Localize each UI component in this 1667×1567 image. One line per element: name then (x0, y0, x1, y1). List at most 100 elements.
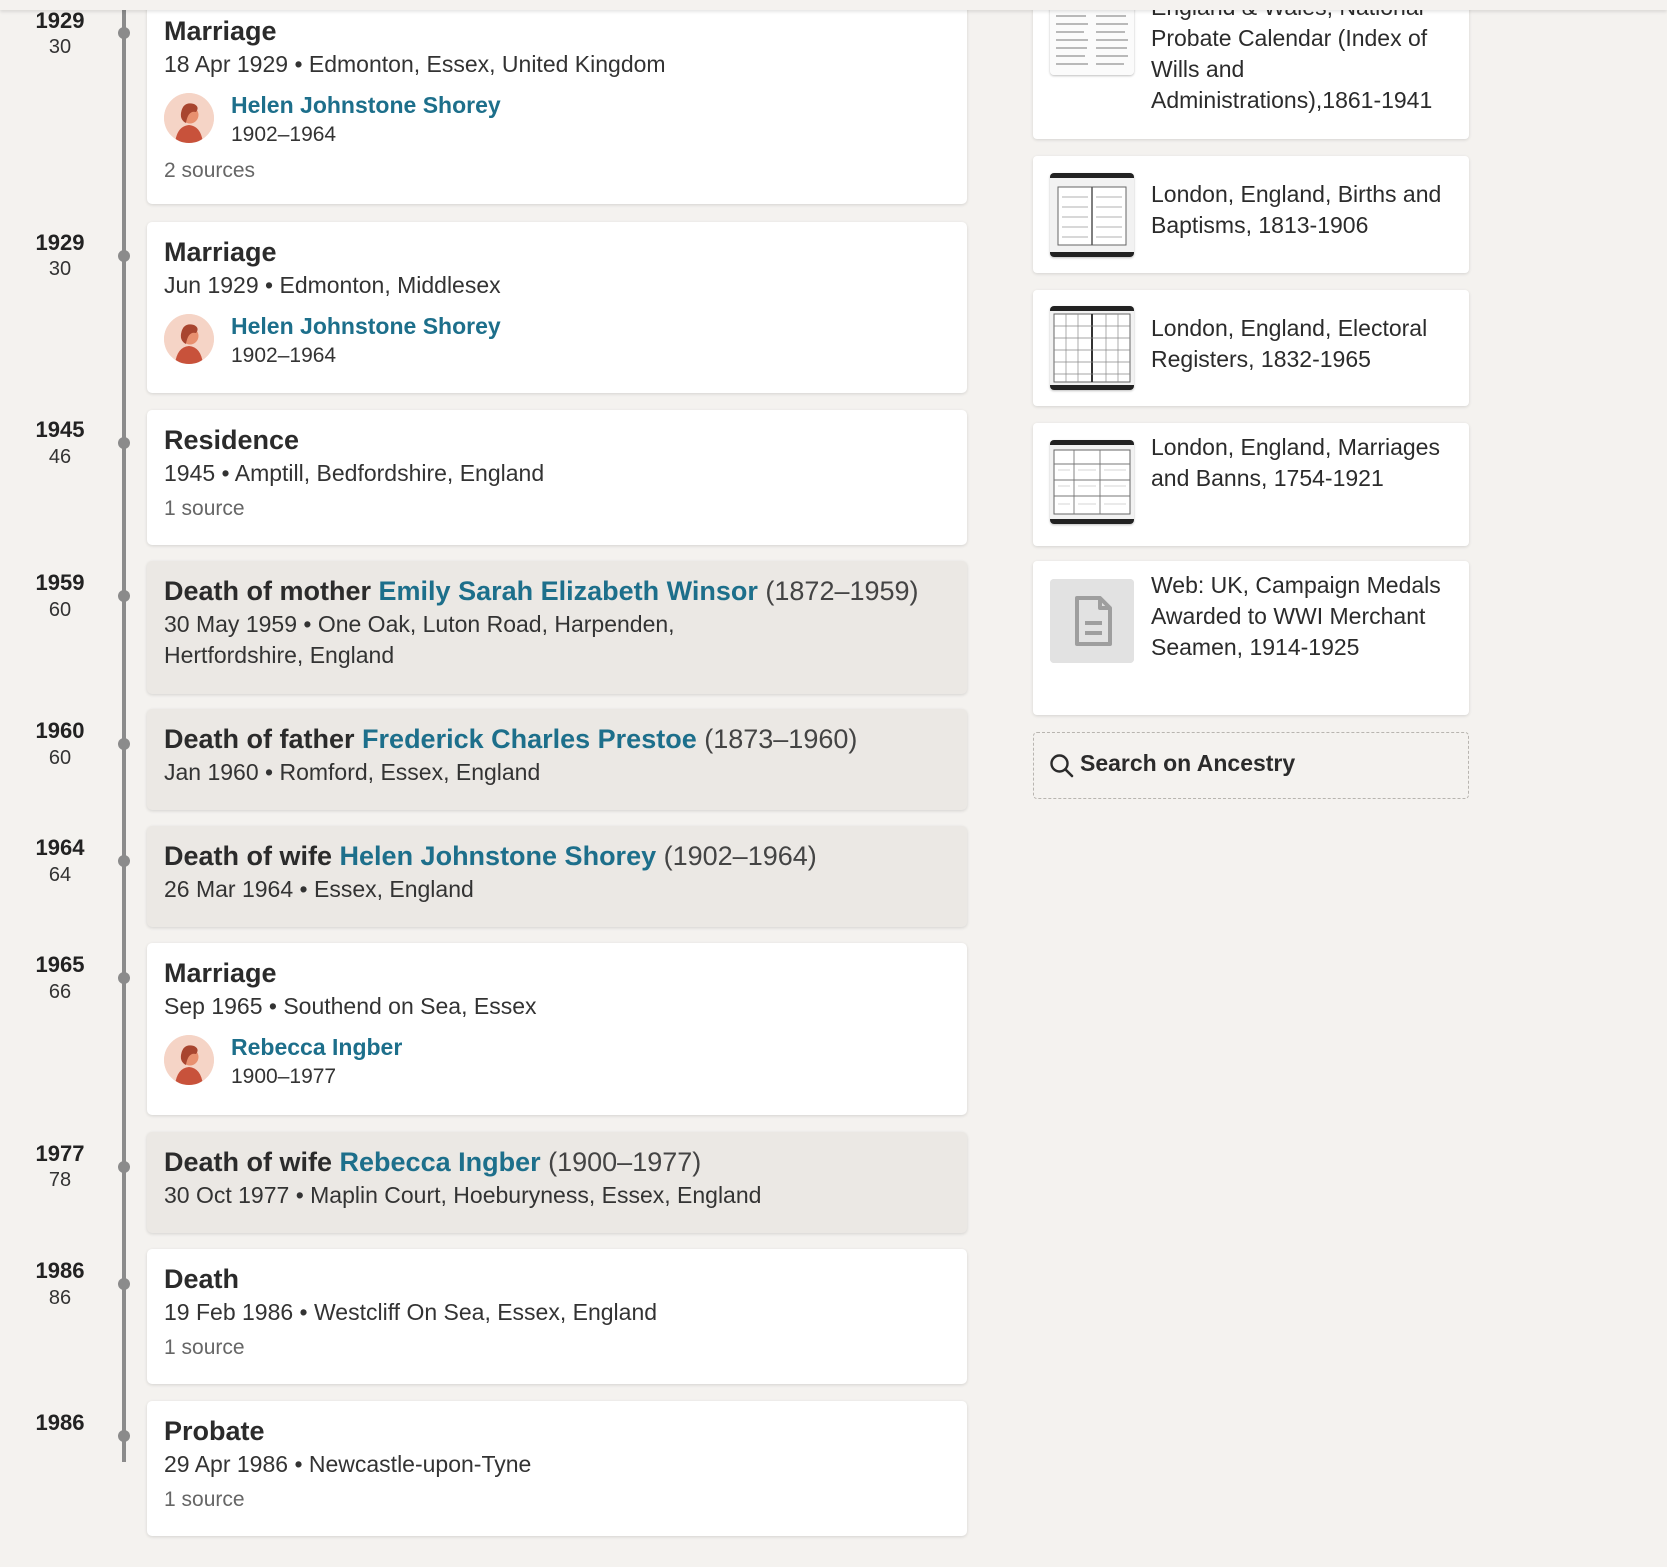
event-title: Probate (164, 1416, 265, 1446)
female-avatar-icon (164, 314, 214, 364)
timeline-dot (118, 250, 130, 262)
search-on-ancestry-button[interactable]: Search on Ancestry (1033, 732, 1469, 799)
spouse-person[interactable]: Helen Johnstone Shorey 1902–1964 (164, 90, 950, 155)
timeline-dot (118, 738, 130, 750)
record-title-link[interactable]: Web: UK, Campaign Medals Awarded to WWI … (1151, 570, 1451, 663)
spouse-years: 1902–1964 (231, 123, 337, 146)
record-title-link[interactable]: London, England, Births and Baptisms, 18… (1151, 179, 1451, 241)
event-title-prefix: Death of father (164, 724, 355, 754)
event-title: Marriage (164, 16, 277, 46)
timeline-dot (118, 27, 130, 39)
relative-years: (1902–1964) (663, 841, 817, 871)
event-detail: Jun 1929 • Edmonton, Middlesex (164, 272, 501, 298)
event-card[interactable]: Probate 29 Apr 1986 • Newcastle-upon-Tyn… (147, 1401, 967, 1536)
event-age: 60 (48, 599, 72, 621)
event-title: Marriage (164, 958, 277, 988)
event-title-prefix: Death of mother (164, 576, 372, 606)
event-age: 78 (48, 1169, 72, 1191)
event-card[interactable]: Marriage Sep 1965 • Southend on Sea, Ess… (147, 943, 967, 1115)
event-detail: 29 Apr 1986 • Newcastle-upon-Tyne (164, 1451, 532, 1477)
record-card[interactable]: London, England, Births and Baptisms, 18… (1033, 156, 1469, 273)
event-age: 30 (48, 36, 72, 58)
timeline-dot (118, 972, 130, 984)
spouse-years: 1900–1977 (231, 1065, 337, 1088)
family-event-card[interactable]: Death of father Frederick Charles Presto… (147, 709, 967, 810)
event-title: Residence (164, 425, 300, 455)
family-event-card[interactable]: Death of wife Rebecca Ingber (1900–1977)… (147, 1132, 967, 1233)
record-page-thumbnail-icon (1050, 0, 1134, 75)
event-age: 46 (48, 446, 72, 468)
sources-count[interactable]: 1 source (164, 1486, 950, 1514)
timeline-dot (118, 1278, 130, 1290)
register-book-thumbnail-icon (1050, 173, 1134, 257)
timeline-dot (118, 855, 130, 867)
search-icon (1049, 753, 1075, 784)
female-avatar-icon (164, 93, 214, 143)
spouse-years: 1902–1964 (231, 344, 337, 367)
event-age: 30 (48, 258, 72, 280)
event-year: 1960 (35, 718, 85, 743)
family-event-card[interactable]: Death of wife Helen Johnstone Shorey (19… (147, 826, 967, 927)
document-icon (1050, 579, 1134, 663)
event-title: Death (164, 1264, 240, 1294)
spouse-name-link[interactable]: Rebecca Ingber (231, 1032, 402, 1062)
sources-count[interactable]: 1 source (164, 495, 950, 523)
event-card[interactable]: Residence 1945 • Amptill, Bedfordshire, … (147, 410, 967, 545)
event-year: 1977 (35, 1141, 85, 1166)
event-title-prefix: Death of wife (164, 841, 333, 871)
event-title: Death of wife Rebecca Ingber (1900–1977) (164, 1146, 950, 1178)
register-book-thumbnail-icon (1050, 440, 1134, 524)
timeline-dot (118, 590, 130, 602)
event-detail: 18 Apr 1929 • Edmonton, Essex, United Ki… (164, 51, 666, 77)
female-avatar-icon (164, 1035, 214, 1085)
record-card[interactable]: England & Wales, National Probate Calend… (1033, 0, 1469, 139)
event-year: 1929 (35, 230, 85, 255)
timeline-dot (118, 437, 130, 449)
register-book-thumbnail-icon (1050, 306, 1134, 390)
event-year: 1959 (35, 570, 85, 595)
event-year: 1986 (35, 1410, 85, 1435)
event-title: Death of father Frederick Charles Presto… (164, 723, 950, 755)
record-title-link[interactable]: England & Wales, National Probate Calend… (1151, 0, 1451, 116)
event-title: Marriage (164, 237, 277, 267)
spouse-person[interactable]: Rebecca Ingber 1900–1977 (164, 1032, 950, 1097)
timeline-dot (118, 1161, 130, 1173)
event-card[interactable]: Marriage Jun 1929 • Edmonton, Middlesex … (147, 222, 967, 393)
event-detail: 26 Mar 1964 • Essex, England (164, 876, 474, 902)
family-event-card[interactable]: Death of mother Emily Sarah Elizabeth Wi… (147, 561, 967, 694)
record-title-link[interactable]: London, England, Marriages and Banns, 17… (1151, 432, 1451, 494)
event-title-prefix: Death of wife (164, 1147, 333, 1177)
event-card[interactable]: Marriage 18 Apr 1929 • Edmonton, Essex, … (147, 0, 967, 204)
record-card[interactable]: Web: UK, Campaign Medals Awarded to WWI … (1033, 561, 1469, 715)
relative-name-link[interactable]: Helen Johnstone Shorey (340, 841, 657, 871)
spouse-name-link[interactable]: Helen Johnstone Shorey (231, 311, 501, 341)
event-year: 1929 (35, 8, 85, 33)
life-events-timeline: 1929 30 Marriage 18 Apr 1929 • Edmonton,… (0, 0, 980, 1567)
event-year: 1965 (35, 952, 85, 977)
event-age: 66 (48, 981, 72, 1003)
relative-name-link[interactable]: Frederick Charles Prestoe (362, 724, 697, 754)
event-year: 1945 (35, 417, 85, 442)
relative-years: (1873–1960) (704, 724, 858, 754)
spouse-name-link[interactable]: Helen Johnstone Shorey (231, 90, 501, 120)
spouse-person[interactable]: Helen Johnstone Shorey 1902–1964 (164, 311, 950, 376)
event-title: Death of mother Emily Sarah Elizabeth Wi… (164, 575, 950, 607)
event-year: 1986 (35, 1258, 85, 1283)
event-age: 60 (48, 747, 72, 769)
record-card[interactable]: London, England, Electoral Registers, 18… (1033, 290, 1469, 406)
record-card[interactable]: London, England, Marriages and Banns, 17… (1033, 423, 1469, 546)
sources-count[interactable]: 2 sources (164, 157, 950, 185)
event-age: 64 (48, 864, 72, 886)
event-detail: 30 Oct 1977 • Maplin Court, Hoeburyness,… (164, 1182, 762, 1208)
relative-name-link[interactable]: Rebecca Ingber (340, 1147, 541, 1177)
record-title-link[interactable]: London, England, Electoral Registers, 18… (1151, 313, 1451, 375)
relative-name-link[interactable]: Emily Sarah Elizabeth Winsor (379, 576, 758, 606)
header-shadow (0, 0, 1667, 10)
event-card[interactable]: Death 19 Feb 1986 • Westcliff On Sea, Es… (147, 1249, 967, 1384)
timeline-dot (118, 1430, 130, 1442)
event-detail: 19 Feb 1986 • Westcliff On Sea, Essex, E… (164, 1299, 658, 1325)
sources-count[interactable]: 1 source (164, 1334, 950, 1362)
event-detail: Sep 1965 • Southend on Sea, Essex (164, 993, 537, 1019)
event-detail: Jan 1960 • Romford, Essex, England (164, 759, 541, 785)
timeline-line (122, 0, 126, 1462)
